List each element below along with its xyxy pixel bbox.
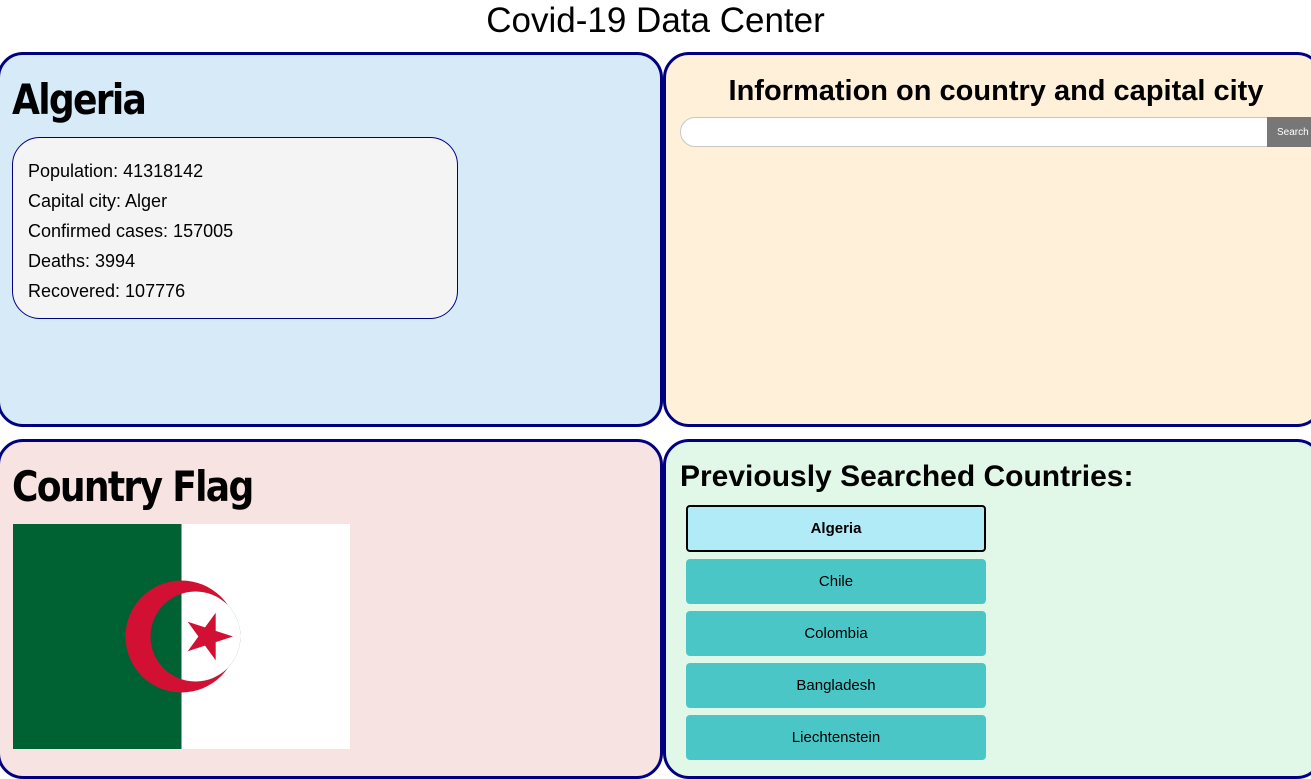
history-button-algeria[interactable]: Algeria (686, 505, 986, 552)
search-panel: Information on country and capital city … (663, 52, 1311, 427)
confirmed-cases-text: Confirmed cases: 157005 (28, 221, 234, 241)
population-text: Population: 41318142 (28, 161, 204, 181)
deaths-text: Deaths: 3994 (28, 251, 136, 271)
search-title: Information on country and capital city (728, 75, 1264, 107)
search-input[interactable] (680, 117, 1270, 147)
flag-heading: Country Flag (12, 462, 254, 511)
history-button-bangladesh[interactable]: Bangladesh (686, 663, 986, 708)
history-list: Algeria Chile Colombia Bangladesh Liecht… (686, 505, 988, 767)
country-info-panel: Algeria Population: 41318142 Capital cit… (0, 52, 663, 427)
algeria-flag-image (13, 524, 350, 749)
recovered-text: Recovered: 107776 (28, 281, 186, 301)
flag-panel: Country Flag (0, 439, 663, 779)
page-title: Covid-19 Data Center (486, 1, 825, 40)
history-button-liechtenstein[interactable]: Liechtenstein (686, 715, 986, 760)
history-title: Previously Searched Countries: (680, 460, 1134, 493)
history-panel: Previously Searched Countries: Algeria C… (663, 439, 1311, 779)
country-name-heading: Algeria (12, 75, 147, 124)
capital-city-text: Capital city: Alger (28, 191, 168, 211)
country-stats-card: Population: 41318142 Capital city: Alger… (12, 137, 458, 319)
history-button-chile[interactable]: Chile (686, 559, 986, 604)
history-button-colombia[interactable]: Colombia (686, 611, 986, 656)
search-button[interactable]: Search (1267, 117, 1311, 147)
